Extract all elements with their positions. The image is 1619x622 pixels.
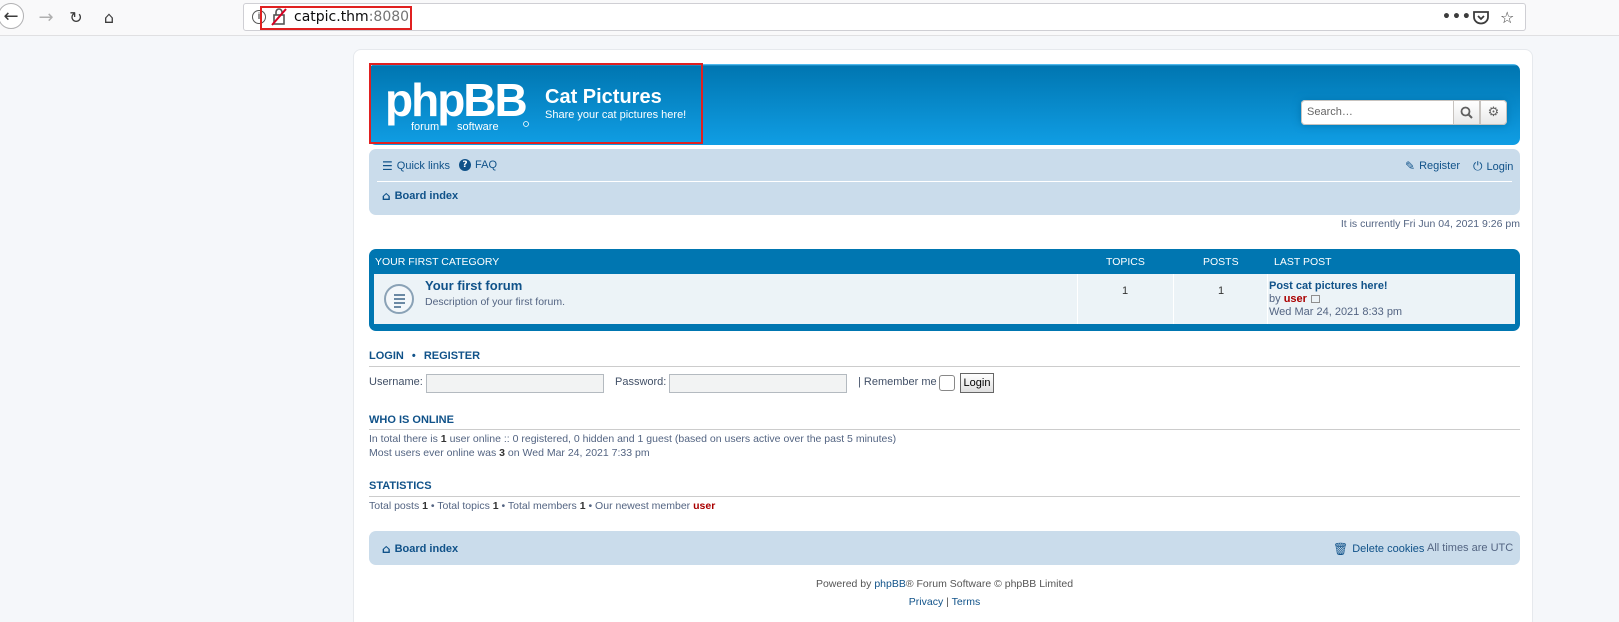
col-last-post-header: LAST POST	[1274, 256, 1332, 268]
last-post-date: Wed Mar 24, 2021 8:33 pm	[1269, 306, 1403, 318]
advanced-search-gear-icon[interactable]: ⚙	[1480, 100, 1507, 125]
username-label: Username:	[369, 376, 423, 388]
browser-toolbar: ← → ↻ ⌂ i catpic.thm:8080 ••• ☆	[0, 0, 1619, 36]
forum-posts-count: 1	[1218, 285, 1225, 297]
home-icon: ⌂	[382, 189, 391, 203]
footer-board-index[interactable]: ⌂ Board index	[382, 542, 458, 556]
home-icon[interactable]: ⌂	[95, 3, 123, 31]
breadcrumb-board-index[interactable]: ⌂ Board index	[382, 189, 458, 203]
max-online-text: Most users ever online was 3 on Wed Mar …	[369, 447, 650, 459]
section-divider	[369, 366, 1520, 367]
edit-icon: ✎	[1405, 159, 1416, 173]
last-post-title-link[interactable]: Post cat pictures here!	[1269, 280, 1388, 292]
column-divider	[1173, 274, 1174, 324]
url-highlight-box	[260, 6, 412, 30]
navbar	[369, 149, 1520, 215]
bookmark-star-icon[interactable]: ☆	[1500, 6, 1514, 28]
trash-icon: 🗑	[1333, 542, 1349, 556]
password-field[interactable]	[669, 374, 847, 393]
last-post-user-link[interactable]: user	[1284, 293, 1307, 305]
back-icon[interactable]: ←	[0, 3, 24, 29]
online-users-text: In total there is 1 user online :: 0 reg…	[369, 433, 897, 445]
who-is-online-heading[interactable]: WHO IS ONLINE	[369, 414, 454, 426]
statistics-heading: STATISTICS	[369, 480, 432, 492]
power-icon: ⏻	[1473, 159, 1483, 173]
category-title[interactable]: YOUR FIRST CATEGORY	[375, 256, 499, 268]
col-topics-header: TOPICS	[1106, 256, 1145, 268]
col-posts-header: POSTS	[1203, 256, 1239, 268]
last-post-author: by user	[1269, 293, 1320, 305]
password-label: Password:	[615, 376, 667, 388]
url-bar[interactable]: i catpic.thm:8080	[243, 3, 1526, 31]
powered-by: Powered by phpBB® Forum Software © phpBB…	[815, 578, 1074, 590]
delete-cookies-link[interactable]: 🗑 Delete cookies	[1333, 542, 1424, 556]
search-input[interactable]: Search…	[1301, 100, 1453, 125]
login-link[interactable]: ⏻ Login	[1473, 159, 1513, 174]
statistics-text: Total posts 1 • Total topics 1 • Total m…	[369, 500, 716, 512]
username-field[interactable]	[426, 374, 604, 393]
header-highlight-box	[369, 63, 703, 144]
forum-read-icon	[384, 284, 414, 314]
section-divider	[369, 496, 1520, 497]
home-icon: ⌂	[382, 542, 391, 556]
faq-link[interactable]: ? FAQ	[459, 159, 497, 171]
page-actions-icon[interactable]: •••	[1442, 6, 1472, 28]
register-heading-link[interactable]: REGISTER	[424, 350, 480, 362]
quick-links-menu[interactable]: ☰ Quick links	[382, 159, 450, 173]
login-heading-link[interactable]: LOGIN	[369, 350, 404, 362]
search-box: Search… ⚙	[1301, 100, 1507, 125]
remember-me-label: | Remember me	[858, 376, 937, 388]
search-icon[interactable]	[1453, 100, 1480, 125]
navbar-divider	[377, 181, 1512, 182]
hamburger-icon: ☰	[382, 159, 393, 173]
reload-icon[interactable]: ↻	[62, 3, 90, 31]
terms-link[interactable]: Terms	[952, 596, 981, 608]
phpbb-link[interactable]: phpBB	[874, 578, 906, 590]
forward-icon[interactable]: →	[32, 3, 60, 31]
pocket-icon[interactable]	[1473, 6, 1489, 28]
privacy-link[interactable]: Privacy	[909, 596, 943, 608]
column-divider	[1077, 274, 1078, 324]
forum-description: Description of your first forum.	[425, 296, 566, 308]
login-register-heading: LOGIN • REGISTER	[369, 350, 481, 362]
current-time: It is currently Fri Jun 04, 2021 9:26 pm	[1340, 218, 1520, 230]
login-button[interactable]: Login	[960, 373, 994, 393]
view-latest-post-icon[interactable]	[1310, 295, 1320, 304]
section-divider	[369, 429, 1520, 430]
timezone-text: All times are UTC	[1427, 542, 1514, 554]
question-circle-icon: ?	[459, 159, 471, 171]
forum-title-link[interactable]: Your first forum	[425, 278, 522, 293]
forum-topics-count: 1	[1122, 285, 1129, 297]
remember-me-checkbox[interactable]	[939, 375, 955, 391]
register-link[interactable]: ✎ Register	[1405, 159, 1460, 173]
column-divider	[1267, 274, 1268, 324]
newest-member-link[interactable]: user	[693, 500, 715, 512]
footer-links: Privacy | Terms	[908, 596, 981, 608]
